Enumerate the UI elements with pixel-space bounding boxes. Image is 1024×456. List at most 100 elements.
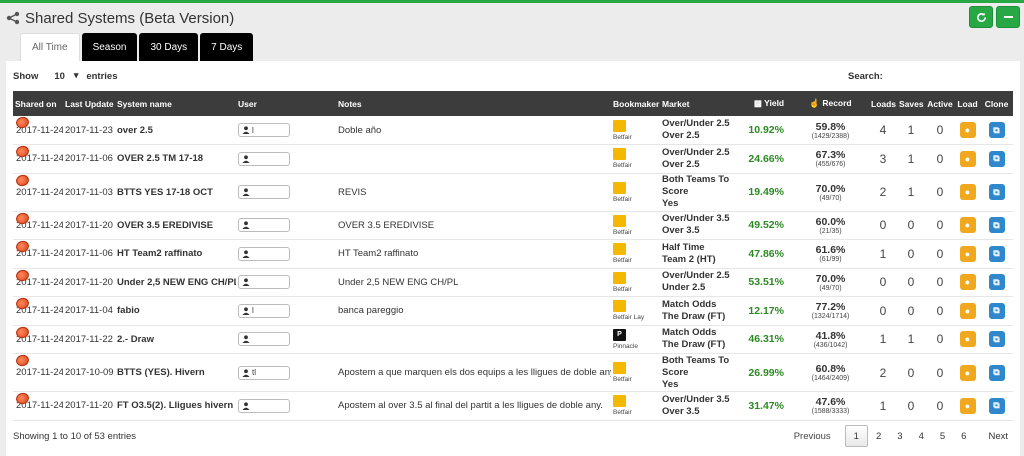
betfair-logo-icon bbox=[613, 395, 626, 408]
table-row[interactable]: 2017-11-24 2017-11-06 HT Team2 raffinato HT… bbox=[13, 239, 1013, 269]
col-record[interactable]: ☝ Record bbox=[792, 91, 869, 116]
col-yield[interactable]: ▩ Yield bbox=[746, 91, 792, 116]
user-link[interactable] bbox=[238, 246, 290, 261]
loads-cell: 0 bbox=[869, 296, 897, 326]
clone-button[interactable]: ⧉ bbox=[988, 364, 1005, 381]
entries-select[interactable]: 10 bbox=[44, 70, 80, 82]
page-title: Shared Systems (Beta Version) bbox=[25, 9, 235, 27]
col-bookmaker[interactable]: Bookmaker bbox=[611, 91, 660, 116]
record-count: (455/676) bbox=[815, 161, 846, 169]
notes-cell: Under 2,5 NEW ENG CH/PL bbox=[336, 268, 611, 297]
clone-button[interactable]: ⧉ bbox=[988, 302, 1005, 319]
saves-cell: 1 bbox=[897, 116, 925, 145]
clone-button[interactable]: ⧉ bbox=[988, 184, 1005, 200]
page-button-1[interactable]: 1 bbox=[844, 425, 868, 447]
load-button[interactable]: ● bbox=[959, 217, 976, 234]
active-cell: 0 bbox=[925, 296, 955, 326]
next-button[interactable]: Next bbox=[980, 425, 1016, 447]
betfair-logo-icon bbox=[613, 181, 626, 194]
user-link[interactable] bbox=[238, 332, 290, 347]
table-row[interactable]: 2017-11-24 2017-11-20 OVER 3.5 EREDIVISE OV… bbox=[13, 211, 1013, 240]
col-saves[interactable]: Saves bbox=[897, 91, 925, 116]
col-shared-on[interactable]: Shared on bbox=[13, 91, 63, 116]
active-cell: 0 bbox=[925, 239, 955, 269]
user-cell bbox=[236, 391, 336, 421]
betfair-logo-icon bbox=[613, 362, 626, 374]
shared-on-cell: 2017-11-24 bbox=[13, 173, 63, 212]
user-link[interactable] bbox=[238, 398, 290, 413]
user-link[interactable]: l bbox=[238, 303, 290, 318]
table-row[interactable]: 2017-11-24 2017-11-03 BTTS YES 17-18 OCT RE… bbox=[13, 173, 1013, 212]
table-row[interactable]: 2017-11-24 2017-11-20 Under 2,5 NEW ENG CH… bbox=[13, 268, 1013, 297]
active-cell: 0 bbox=[925, 173, 955, 212]
table-row[interactable]: 2017-11-24 2017-11-20 FT O3.5(2). Lligues … bbox=[13, 391, 1013, 421]
page-button-4[interactable]: 4 bbox=[911, 425, 932, 447]
user-cell bbox=[236, 239, 336, 269]
load-button[interactable]: ● bbox=[959, 274, 976, 291]
load-button[interactable]: ● bbox=[959, 245, 976, 262]
col-active[interactable]: Active bbox=[925, 91, 955, 116]
previous-button[interactable]: Previous bbox=[786, 425, 839, 447]
clone-button[interactable]: ⧉ bbox=[988, 122, 1005, 138]
user-cell bbox=[236, 211, 336, 240]
load-cell: ● bbox=[955, 325, 980, 354]
loads-cell: 1 bbox=[869, 391, 897, 421]
user-link[interactable] bbox=[238, 151, 290, 166]
shared-on-cell: 2017-11-24 bbox=[13, 296, 63, 326]
yield-cell: 46.31% bbox=[746, 325, 792, 354]
tab-season[interactable]: Season bbox=[81, 33, 138, 61]
tab-all-time[interactable]: All Time bbox=[20, 33, 80, 61]
user-link[interactable]: l bbox=[238, 123, 290, 137]
page-button-5[interactable]: 5 bbox=[932, 425, 953, 447]
clone-button[interactable]: ⧉ bbox=[988, 217, 1005, 234]
col-market[interactable]: Market bbox=[660, 91, 746, 116]
col-user[interactable]: User bbox=[236, 91, 336, 116]
market-cell: Over/Under 3.5 Over 3.5 bbox=[660, 211, 746, 240]
load-button[interactable]: ● bbox=[959, 122, 976, 138]
market-line-1: Both Teams To bbox=[662, 354, 730, 366]
page-button-3[interactable]: 3 bbox=[889, 425, 910, 447]
betfair-logo-icon bbox=[613, 119, 626, 132]
refresh-icon bbox=[976, 12, 986, 22]
clone-button[interactable]: ⧉ bbox=[988, 245, 1005, 262]
active-cell: 0 bbox=[925, 211, 955, 240]
record-percent: 60.8% bbox=[815, 363, 846, 375]
minimize-button[interactable] bbox=[996, 6, 1020, 28]
load-button[interactable]: ● bbox=[959, 150, 976, 167]
clone-button[interactable]: ⧉ bbox=[988, 397, 1005, 414]
refresh-button[interactable] bbox=[969, 6, 993, 28]
tab-30-days[interactable]: 30 Days bbox=[139, 33, 199, 61]
record-percent: 70.0% bbox=[815, 272, 846, 285]
user-icon bbox=[242, 188, 250, 196]
page-header: Shared Systems (Beta Version) bbox=[6, 8, 234, 28]
table-row[interactable]: 2017-11-24 2017-11-04 fabio l banca pareggio… bbox=[13, 296, 1013, 326]
load-button[interactable]: ● bbox=[959, 184, 976, 200]
load-button[interactable]: ● bbox=[959, 331, 976, 348]
clone-button[interactable]: ⧉ bbox=[988, 150, 1005, 167]
col-system-name[interactable]: System name bbox=[115, 91, 236, 116]
loads-cell: 3 bbox=[869, 144, 897, 174]
load-button[interactable]: ● bbox=[959, 364, 976, 381]
page-button-6[interactable]: 6 bbox=[953, 425, 974, 447]
col-notes[interactable]: Notes bbox=[336, 91, 611, 116]
market-cell: Both Teams To Score Yes bbox=[660, 353, 746, 392]
load-button[interactable]: ● bbox=[959, 397, 976, 414]
col-last-update[interactable]: Last Update bbox=[63, 91, 115, 116]
user-link[interactable] bbox=[238, 185, 290, 199]
table-row[interactable]: 2017-11-24 2017-10-09 BTTS (YES). Hivern tl… bbox=[13, 353, 1013, 392]
user-link[interactable]: tl bbox=[238, 365, 290, 380]
user-link[interactable] bbox=[238, 218, 290, 233]
user-link[interactable] bbox=[238, 275, 290, 290]
col-loads[interactable]: Loads bbox=[869, 91, 897, 116]
clone-button[interactable]: ⧉ bbox=[988, 274, 1005, 291]
load-button[interactable]: ● bbox=[959, 302, 976, 319]
clone-button[interactable]: ⧉ bbox=[988, 331, 1005, 348]
table-row[interactable]: 2017-11-24 2017-11-23 over 2.5 l Doble año Be… bbox=[13, 116, 1013, 145]
table-row[interactable]: 2017-11-24 2017-11-22 2.- Draw P Pinnacle Mat… bbox=[13, 325, 1013, 354]
table-row[interactable]: 2017-11-24 2017-11-06 OVER 2.5 TM 17-18 Bet… bbox=[13, 144, 1013, 174]
user-icon bbox=[242, 221, 250, 230]
page-button-2[interactable]: 2 bbox=[868, 425, 889, 447]
tab-7-days[interactable]: 7 Days bbox=[200, 33, 254, 61]
user-icon bbox=[242, 402, 250, 410]
user-cell: l bbox=[236, 296, 336, 326]
